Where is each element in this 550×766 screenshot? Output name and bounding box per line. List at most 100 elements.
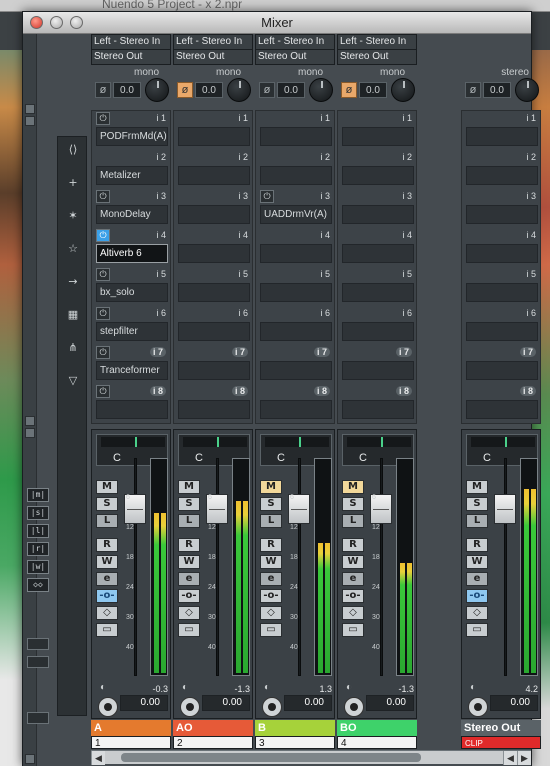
send-bypass-button[interactable]: ◇ (178, 606, 200, 620)
power-icon[interactable]: ⏻ (260, 190, 274, 203)
listen-button[interactable]: L (260, 514, 282, 528)
edit-channel-button[interactable]: e (342, 572, 364, 586)
volume-value[interactable]: 0.00 (387, 697, 406, 708)
insert-plugin-field[interactable] (342, 361, 414, 380)
collapse-icon[interactable] (25, 416, 35, 426)
monitor-button[interactable]: M (178, 480, 200, 494)
volume-value[interactable]: 0.00 (511, 697, 530, 708)
insert-plugin-field[interactable] (178, 166, 250, 185)
send-bypass-button[interactable]: ◇ (466, 606, 488, 620)
write-automation-button[interactable]: W (178, 555, 200, 569)
eq-bypass-button[interactable]: ▭ (260, 623, 282, 637)
phase-invert-button[interactable]: ø (465, 82, 481, 98)
insert-plugin-field[interactable] (466, 400, 538, 419)
insert-bypass-button[interactable]: -o- (260, 589, 282, 603)
listen-button[interactable]: L (96, 514, 118, 528)
volume-value[interactable]: 0.00 (141, 697, 160, 708)
fader-cap[interactable] (494, 494, 516, 524)
insert-plugin-field[interactable] (342, 244, 414, 263)
insert-plugin-field[interactable]: Altiverb 6 (96, 244, 168, 263)
eq-bypass-button[interactable]: ▭ (178, 623, 200, 637)
record-enable-icon[interactable] (262, 697, 282, 717)
insert-plugin-field[interactable] (342, 400, 414, 419)
insert-plugin-field[interactable] (178, 205, 250, 224)
speaker-icon[interactable]: ◐ (346, 682, 362, 696)
speaker-icon[interactable]: ◐ (264, 682, 280, 696)
mixer-tool-icon[interactable]: ⟨⟩ (62, 143, 84, 159)
insert-plugin-field[interactable] (466, 322, 538, 341)
insert-plugin-field[interactable] (178, 400, 250, 419)
insert-plugin-field[interactable] (466, 166, 538, 185)
global-toggle-button[interactable]: |w| (27, 560, 49, 574)
monitor-button[interactable]: M (466, 480, 488, 494)
insert-plugin-field[interactable] (260, 283, 332, 302)
insert-plugin-field[interactable]: Tranceformer (96, 361, 168, 380)
power-icon[interactable]: ⏻ (96, 229, 110, 242)
send-bypass-button[interactable]: ◇ (260, 606, 282, 620)
collapse-icon[interactable] (25, 104, 35, 114)
speaker-icon[interactable]: ◐ (100, 682, 116, 696)
read-automation-button[interactable]: R (466, 538, 488, 552)
insert-plugin-field[interactable] (96, 400, 168, 419)
monitor-button[interactable]: M (260, 480, 282, 494)
input-gain-knob[interactable] (145, 78, 169, 102)
input-routing[interactable]: Left - Stereo In (92, 35, 170, 50)
insert-plugin-field[interactable] (178, 322, 250, 341)
input-gain-value[interactable]: 0.0 (359, 82, 387, 98)
insert-plugin-field[interactable] (178, 283, 250, 302)
solo-button[interactable]: S (466, 497, 488, 511)
input-gain-value[interactable]: 0.0 (113, 82, 141, 98)
global-toggle-button[interactable]: |m| (27, 488, 49, 502)
insert-plugin-field[interactable]: UADDrmVr(A) (260, 205, 332, 224)
solo-button[interactable]: S (260, 497, 282, 511)
input-gain-value[interactable]: 0.0 (195, 82, 223, 98)
mixer-tool-icon[interactable]: ▽ (62, 374, 84, 390)
insert-plugin-field[interactable] (178, 361, 250, 380)
insert-plugin-field[interactable] (260, 361, 332, 380)
edit-channel-button[interactable]: e (466, 572, 488, 586)
insert-plugin-field[interactable] (260, 127, 332, 146)
input-routing[interactable]: Left - Stereo In (256, 35, 334, 50)
listen-button[interactable]: L (342, 514, 364, 528)
volume-value[interactable]: 0.00 (223, 697, 242, 708)
phase-invert-button[interactable]: ø (259, 82, 275, 98)
mixer-tool-icon[interactable]: ☆ (62, 242, 84, 258)
listen-button[interactable]: L (466, 514, 488, 528)
power-icon[interactable]: ⏻ (96, 385, 110, 398)
copy-icon[interactable] (27, 638, 49, 650)
insert-plugin-field[interactable] (342, 166, 414, 185)
channel-name[interactable]: AO (173, 720, 253, 736)
edit-channel-button[interactable]: e (260, 572, 282, 586)
write-automation-button[interactable]: W (260, 555, 282, 569)
channel-name[interactable]: B (255, 720, 335, 736)
input-routing[interactable]: Left - Stereo In (174, 35, 252, 50)
global-toggle-button[interactable]: ◇◇ (27, 578, 49, 592)
input-routing[interactable]: Left - Stereo In (338, 35, 416, 50)
insert-plugin-field[interactable]: Metalizer (96, 166, 168, 185)
input-gain-knob[interactable] (227, 78, 251, 102)
input-gain-knob[interactable] (309, 78, 333, 102)
insert-plugin-field[interactable] (260, 322, 332, 341)
power-icon[interactable]: ⏻ (96, 112, 110, 125)
title-bar[interactable]: Mixer (23, 12, 531, 34)
solo-button[interactable]: S (342, 497, 364, 511)
speaker-icon[interactable]: ◐ (182, 682, 198, 696)
write-automation-button[interactable]: W (466, 555, 488, 569)
channel-name[interactable]: BO (337, 720, 417, 736)
insert-plugin-field[interactable] (466, 244, 538, 263)
write-automation-button[interactable]: W (96, 555, 118, 569)
insert-plugin-field[interactable] (260, 166, 332, 185)
output-routing[interactable]: Stereo Out (338, 50, 416, 65)
channel-name[interactable]: Stereo Out (461, 720, 541, 736)
speaker-icon[interactable]: ◐ (470, 682, 486, 696)
insert-plugin-field[interactable] (342, 283, 414, 302)
record-enable-icon[interactable] (468, 697, 488, 717)
power-icon[interactable]: ⏻ (96, 307, 110, 320)
read-automation-button[interactable]: R (260, 538, 282, 552)
collapse-icon[interactable] (25, 754, 35, 764)
insert-plugin-field[interactable]: MonoDelay (96, 205, 168, 224)
insert-plugin-field[interactable] (178, 244, 250, 263)
global-toggle-button[interactable]: |r| (27, 542, 49, 556)
input-gain-value[interactable]: 0.0 (483, 82, 511, 98)
listen-button[interactable]: L (178, 514, 200, 528)
